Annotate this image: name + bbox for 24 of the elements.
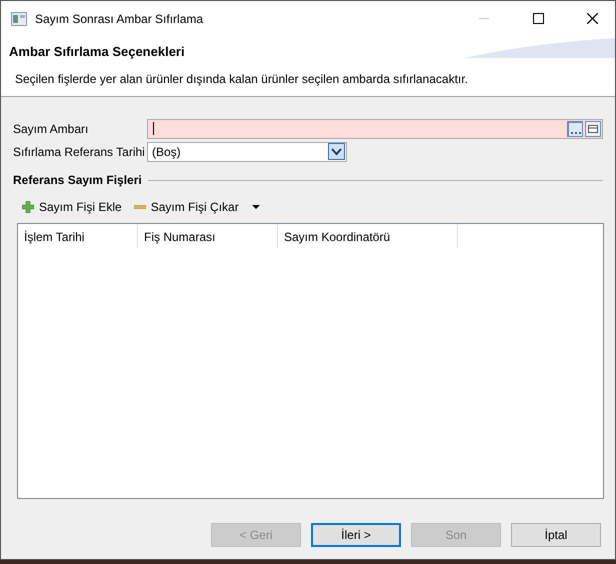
caret-icon[interactable]	[252, 205, 260, 209]
wizard-button[interactable]: İptal	[511, 523, 601, 547]
app-icon	[11, 12, 27, 26]
description-text: Seçilen fişlerde yer alan ürünler dışında kalan ürünler seçilen ambarda sıfırlanacaktır.	[14, 70, 469, 88]
page-title: Ambar Sıfırlama Seçenekleri	[9, 43, 185, 61]
list-icon[interactable]	[585, 120, 601, 136]
lookup-field[interactable]	[147, 118, 603, 138]
dropdown-icon[interactable]	[328, 143, 345, 160]
date-dropdown[interactable]: (Boş)	[147, 142, 347, 162]
field-label: Sayım Ambarı	[13, 120, 90, 138]
close-icon[interactable]	[586, 13, 598, 24]
toolbar-button[interactable]: Sayım Fişi Ekle	[19, 197, 125, 217]
field-label: Sıfırlama Referans Tarihi	[13, 144, 146, 160]
group-title: Referans Sayım Fişleri	[13, 172, 142, 189]
column-header[interactable]: Sayım Koordinatörü	[278, 224, 458, 248]
minus-icon	[134, 205, 146, 209]
column-header[interactable]: İşlem Tarihi	[18, 224, 138, 248]
column-header[interactable]: Fiş Numarası	[138, 224, 278, 248]
plus-icon	[22, 201, 34, 213]
toolbar-button[interactable]: Sayım Fişi Çıkar	[130, 197, 242, 217]
window-title: Sayım Sonrası Ambar Sıfırlama	[35, 10, 204, 28]
wizard-button[interactable]: İleri >	[311, 523, 401, 547]
more-icon[interactable]	[567, 120, 583, 136]
maximize-icon[interactable]	[532, 13, 544, 24]
